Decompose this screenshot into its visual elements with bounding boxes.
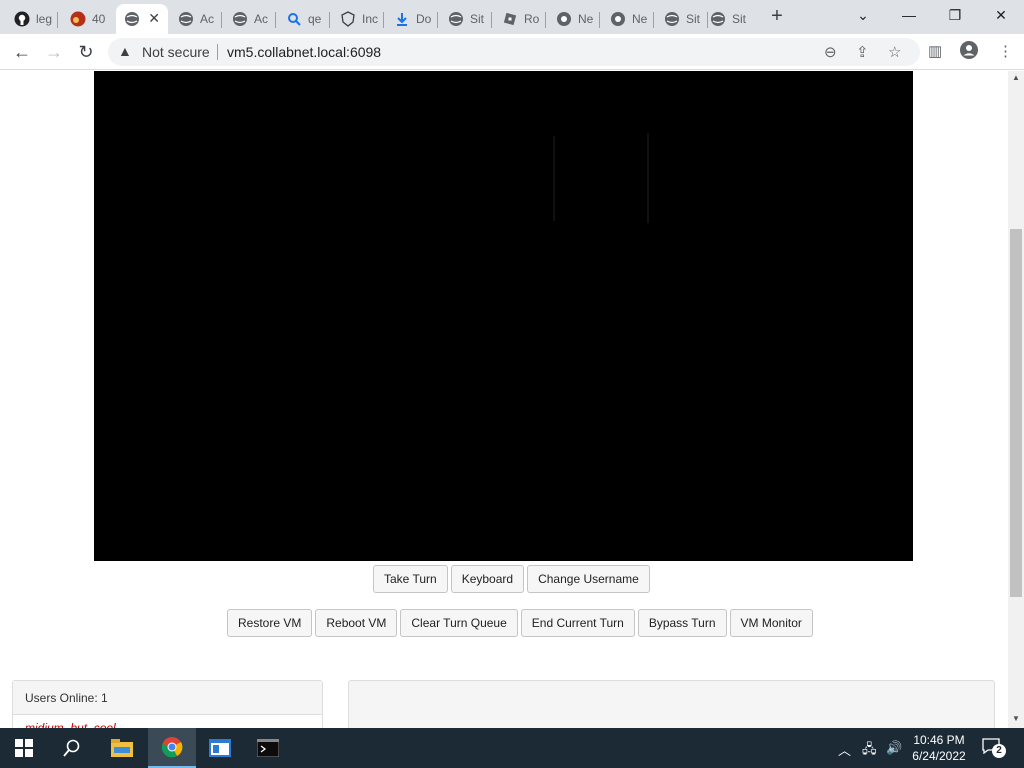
roblox-icon — [502, 11, 518, 27]
clear-turn-queue-button[interactable]: Clear Turn Queue — [400, 609, 518, 637]
page-content: Take Turn Keyboard Change Username Resto… — [0, 71, 1008, 728]
terminal-icon — [257, 739, 279, 757]
bypass-turn-button[interactable]: Bypass Turn — [637, 609, 727, 637]
tab-9[interactable]: Sit — [440, 4, 492, 34]
network-icon[interactable]: 🖧 — [862, 740, 877, 762]
tab-12[interactable]: Ne — [602, 4, 654, 34]
search-icon — [286, 11, 302, 27]
taskbar-clock[interactable]: 10:46 PM 6/24/2022 — [906, 732, 972, 764]
tab-search-chevron-icon[interactable]: ⌄ — [840, 0, 886, 34]
page-scrollbar[interactable]: ▲ ▼ — [1008, 71, 1024, 728]
tab-github[interactable]: leg — [6, 4, 58, 34]
user-list-item[interactable]: midium_but_cool — [13, 715, 322, 728]
globe-icon — [710, 11, 726, 27]
windows-taskbar: ︿ 🖧 🔊 10:46 PM 6/24/2022 2 — [0, 728, 1024, 768]
address-bar[interactable]: ▲ Not secure vm5.collabnet.local:6098 ⊖ … — [108, 38, 920, 66]
tab-11[interactable]: Ne — [548, 4, 600, 34]
change-username-button[interactable]: Change Username — [527, 565, 650, 593]
action-center-button[interactable]: 2 — [982, 738, 1006, 758]
menu-kebab-icon[interactable]: ⋮ — [998, 42, 1013, 60]
start-button[interactable] — [0, 728, 48, 768]
minimize-button[interactable]: — — [886, 0, 932, 34]
globe-icon — [664, 11, 680, 27]
restore-vm-button[interactable]: Restore VM — [227, 609, 313, 637]
tab-8[interactable]: Do — [386, 4, 438, 34]
tray-chevron-up-icon[interactable]: ︿ — [838, 740, 851, 759]
scroll-up-icon[interactable]: ▲ — [1012, 73, 1020, 82]
warning-icon[interactable]: ▲ — [118, 43, 132, 59]
zoom-icon[interactable]: ⊖ — [824, 43, 837, 61]
share-icon[interactable]: ⇪ — [856, 43, 869, 61]
taskbar-search-button[interactable] — [48, 728, 96, 768]
browser-tabstrip: leg 40 ✕ Ac Ac qe Inc Do Sit Ro Ne Ne Si… — [0, 0, 1024, 34]
clock-time: 10:46 PM — [913, 733, 965, 747]
globe-icon — [178, 11, 194, 27]
app-window-icon — [209, 739, 231, 757]
back-button[interactable]: ← — [10, 40, 34, 64]
close-tab-icon[interactable]: ✕ — [148, 10, 160, 27]
scroll-down-icon[interactable]: ▼ — [1012, 714, 1020, 723]
restore-button[interactable]: ❐ — [932, 0, 978, 34]
taskbar-file-explorer[interactable] — [98, 728, 146, 768]
tab-14[interactable]: Sit — [702, 4, 754, 34]
users-online-header: Users Online: 1 — [13, 681, 322, 715]
tab-13[interactable]: Sit — [656, 4, 708, 34]
vm-screen[interactable] — [94, 71, 913, 561]
tab-7[interactable]: Inc — [332, 4, 384, 34]
taskbar-terminal[interactable] — [244, 728, 292, 768]
download-icon — [394, 11, 410, 27]
end-current-turn-button[interactable]: End Current Turn — [520, 609, 635, 637]
volume-icon[interactable]: 🔊 — [886, 740, 902, 756]
taskbar-app-window[interactable] — [196, 728, 244, 768]
scrollbar-thumb[interactable] — [1010, 229, 1022, 597]
vm-screen-artifact — [553, 133, 649, 223]
tab-6[interactable]: qe — [278, 4, 330, 34]
profile-avatar-icon[interactable] — [960, 41, 978, 63]
globe-icon — [124, 11, 140, 27]
tab-5[interactable]: Ac — [224, 4, 276, 34]
keyboard-button[interactable]: Keyboard — [450, 565, 525, 593]
chat-panel — [348, 680, 995, 728]
forward-button[interactable]: → — [42, 40, 66, 64]
notification-count-badge: 2 — [992, 744, 1006, 758]
users-online-panel: Users Online: 1 midium_but_cool — [12, 680, 323, 728]
folder-icon — [111, 739, 133, 757]
chrome-icon — [161, 737, 183, 758]
github-icon — [14, 11, 30, 27]
chrome-icon — [610, 11, 626, 27]
shield-icon — [340, 11, 356, 27]
side-panel-icon[interactable]: ▥ — [928, 42, 942, 60]
flame-icon — [70, 11, 86, 27]
take-turn-button[interactable]: Take Turn — [373, 565, 448, 593]
chrome-icon — [556, 11, 572, 27]
globe-icon — [232, 11, 248, 27]
vm-monitor-button[interactable]: VM Monitor — [729, 609, 813, 637]
tab-2[interactable]: 40 — [62, 4, 114, 34]
tab-4[interactable]: Ac — [170, 4, 222, 34]
reload-button[interactable]: ↻ — [74, 40, 98, 64]
globe-icon — [448, 11, 464, 27]
vm-controls-row2: Restore VM Reboot VM Clear Turn Queue En… — [227, 609, 813, 637]
browser-toolbar: ← → ↻ ▲ Not secure vm5.collabnet.local:6… — [0, 34, 1024, 70]
windows-logo-icon — [15, 739, 33, 757]
vm-controls-row1: Take Turn Keyboard Change Username — [373, 565, 650, 593]
search-icon — [63, 739, 80, 757]
taskbar-chrome[interactable] — [148, 728, 196, 768]
url-text[interactable]: vm5.collabnet.local:6098 — [227, 44, 381, 60]
security-label[interactable]: Not secure — [142, 44, 210, 60]
tab-active[interactable]: ✕ — [116, 4, 168, 34]
bookmark-star-icon[interactable]: ☆ — [888, 43, 901, 61]
new-tab-button[interactable]: + — [766, 5, 788, 27]
clock-date: 6/24/2022 — [912, 749, 966, 763]
reboot-vm-button[interactable]: Reboot VM — [315, 609, 398, 637]
close-window-button[interactable]: ✕ — [978, 0, 1024, 34]
tab-10[interactable]: Ro — [494, 4, 546, 34]
